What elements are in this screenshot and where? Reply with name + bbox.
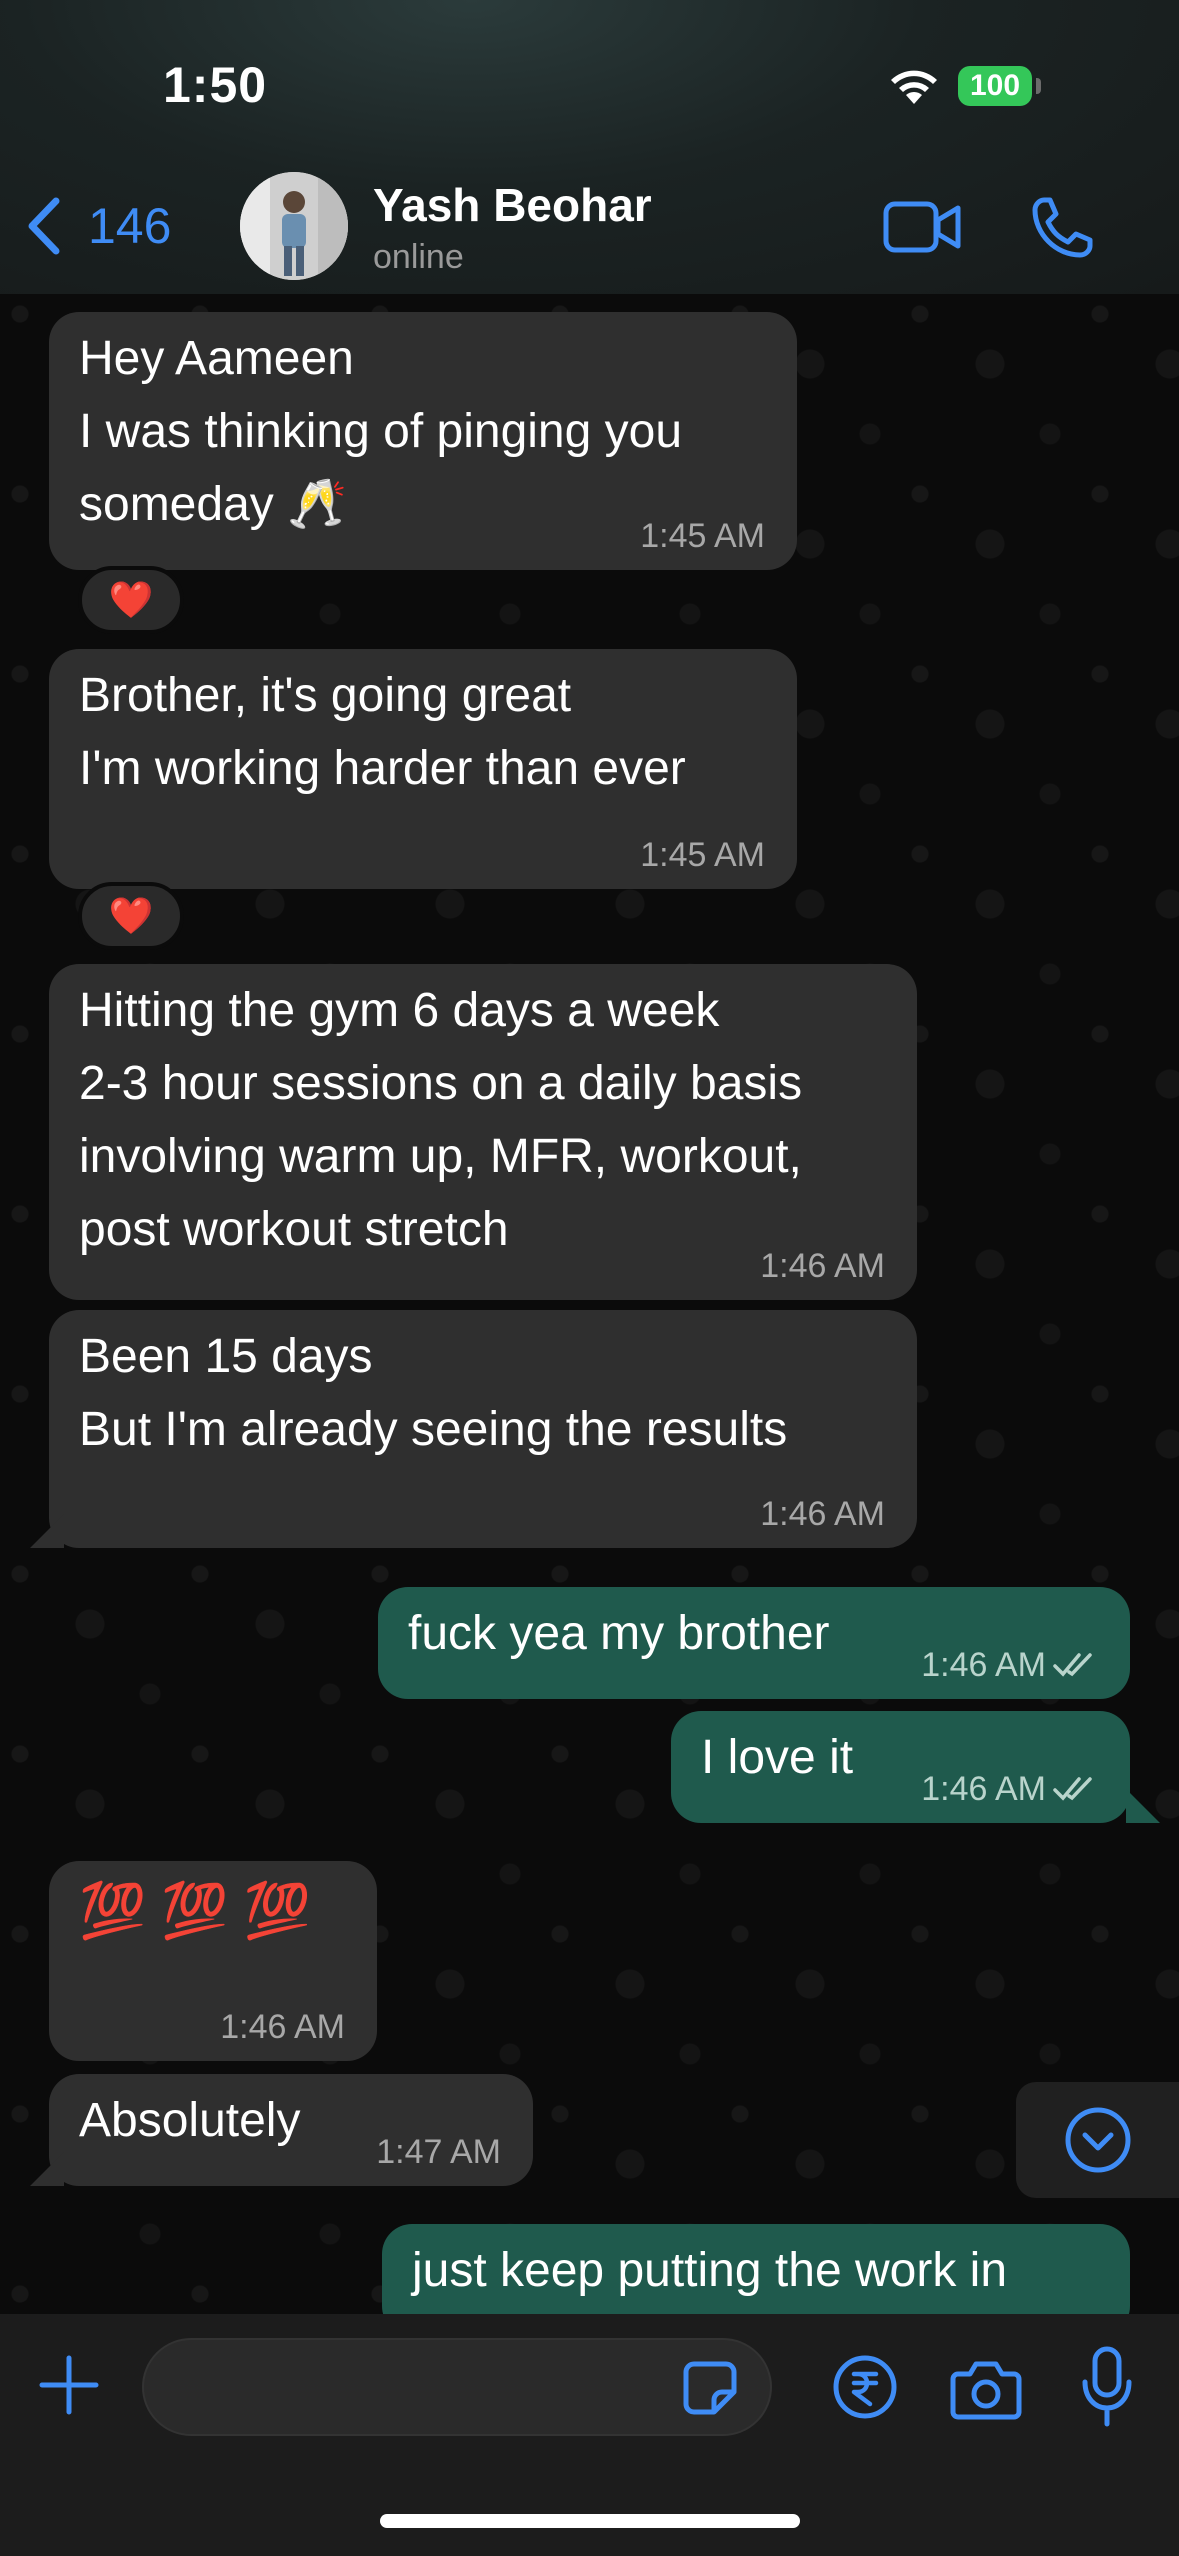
chat-header: 146 Yash Beohar online [0, 160, 1179, 294]
reaction-emoji: ❤️ [108, 579, 154, 620]
double-check-icon [1053, 1653, 1092, 1677]
status-bar: 1:50 100 [0, 0, 1179, 160]
contact-status: online [373, 238, 464, 276]
rupee-payment-icon[interactable] [832, 2354, 898, 2420]
contact-name[interactable]: Yash Beohar [373, 178, 652, 232]
message-bubble-incoming[interactable]: Brother, it's going great I'm working ha… [49, 649, 797, 889]
reaction-emoji: ❤️ [108, 895, 154, 936]
message-bubble-outgoing[interactable]: fuck yea my brother 1:46 AM [378, 1587, 1130, 1699]
message-text: Hey Aameen I was thinking of pinging you… [79, 332, 683, 531]
message-time: 1:45 AM [640, 836, 765, 874]
message-time: 1:46 AM [760, 1495, 885, 1533]
sticker-icon[interactable] [680, 2358, 740, 2418]
message-text: Been 15 days But I'm already seeing the … [79, 1330, 788, 1456]
home-indicator [380, 2514, 800, 2528]
message-time: 1:46 AM [760, 1247, 885, 1285]
message-reaction[interactable]: ❤️ [78, 882, 184, 950]
microphone-icon[interactable] [1080, 2346, 1134, 2428]
plus-icon[interactable] [38, 2354, 100, 2416]
message-bubble-outgoing[interactable]: I love it 1:46 AM [671, 1711, 1130, 1823]
back-chevron-icon [28, 197, 60, 255]
message-text: Brother, it's going great I'm working ha… [79, 669, 686, 795]
scroll-to-bottom-button[interactable] [1016, 2082, 1179, 2198]
battery-nub [1036, 78, 1041, 94]
message-time: 1:46 AM [220, 2008, 345, 2046]
message-time: 1:46 AM [921, 1769, 1098, 1809]
message-reaction[interactable]: ❤️ [78, 566, 184, 634]
chevron-down-icon [1065, 2107, 1130, 2173]
message-text: 💯 💯 💯 [79, 1881, 311, 1941]
message-time: 1:46 AM [921, 1645, 1098, 1685]
phone-call-icon[interactable] [1030, 194, 1096, 260]
unread-chats-count: 146 [88, 198, 172, 254]
message-text: just keep putting the work in [412, 2244, 1008, 2297]
message-text: Hitting the gym 6 days a week 2-3 hour s… [79, 984, 803, 1256]
message-bubble-incoming[interactable]: Hitting the gym 6 days a week 2-3 hour s… [49, 964, 917, 1300]
message-input[interactable] [142, 2338, 772, 2436]
avatar-photo [240, 172, 348, 280]
camera-icon[interactable] [950, 2356, 1022, 2420]
battery-level: 100 [958, 66, 1032, 106]
message-bubble-incoming[interactable]: Absolutely 1:47 AM [49, 2074, 533, 2186]
status-time: 1:50 [163, 57, 268, 113]
back-button[interactable]: 146 [22, 186, 171, 266]
contact-avatar[interactable] [240, 172, 348, 280]
wifi-icon [891, 70, 937, 104]
video-call-icon[interactable] [882, 194, 962, 260]
message-time: 1:47 AM [376, 2133, 501, 2171]
message-bubble-incoming[interactable]: Been 15 days But I'm already seeing the … [49, 1310, 917, 1548]
message-bubble-incoming[interactable]: 💯 💯 💯 1:46 AM [49, 1861, 377, 2061]
double-check-icon [1053, 1777, 1092, 1801]
message-bubble-incoming[interactable]: Hey Aameen I was thinking of pinging you… [49, 312, 797, 570]
message-time: 1:45 AM [640, 517, 765, 555]
